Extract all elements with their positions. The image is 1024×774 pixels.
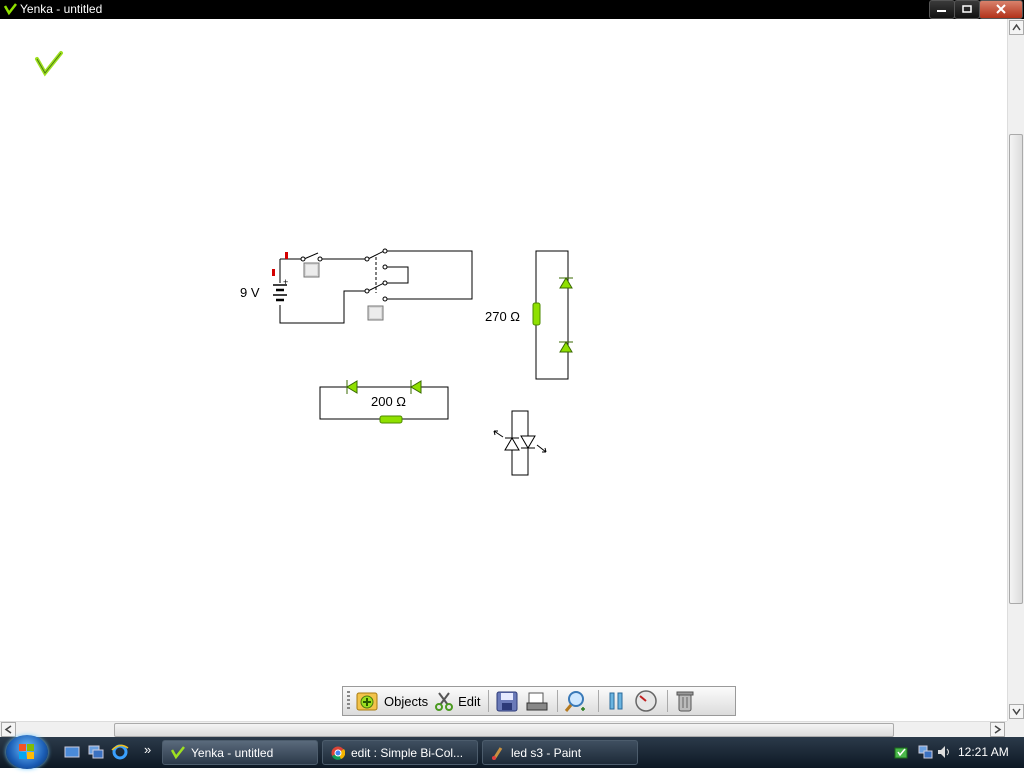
title-bar: Yenka - untitled <box>0 0 1024 19</box>
show-desktop-icon[interactable] <box>64 745 80 759</box>
restore-icon <box>962 5 972 13</box>
windows-logo-icon <box>19 744 34 759</box>
vertical-scrollbar[interactable] <box>1007 19 1024 721</box>
magnifier-icon <box>565 691 586 712</box>
yenka-logo-icon <box>3 3 17 16</box>
yenka-task-icon <box>171 746 185 760</box>
scroll-up-button[interactable] <box>1009 20 1024 35</box>
resistor-led-circuit-1[interactable] <box>535 250 569 380</box>
zoom-button[interactable] <box>564 690 590 712</box>
task-paint[interactable]: led s3 - Paint <box>482 740 638 765</box>
toolbar-separator <box>488 690 490 712</box>
edit-label: Edit <box>458 693 481 709</box>
delete-button[interactable] <box>674 690 696 712</box>
switch-windows-icon[interactable] <box>88 745 104 759</box>
task-yenka[interactable]: Yenka - untitled <box>162 740 318 765</box>
scroll-up-icon <box>1012 23 1021 31</box>
minimize-button[interactable] <box>929 0 955 19</box>
scroll-right-button[interactable] <box>990 722 1005 737</box>
trash-icon <box>676 691 694 712</box>
edit-button[interactable]: Edit <box>434 690 480 712</box>
resistor-270-label: 270 Ω <box>485 309 521 324</box>
safely-remove-icon[interactable] <box>893 744 909 760</box>
system-tray: 12:21 AM <box>888 737 1024 768</box>
minimize-icon <box>937 10 946 12</box>
battery-symbol-icon: + <box>273 277 288 302</box>
quicklaunch-more[interactable]: » <box>144 742 151 757</box>
resistor-200-label: 200 Ω <box>371 394 407 409</box>
resistor-270-icon[interactable] <box>532 302 541 326</box>
task-paint-label: led s3 - Paint <box>511 746 582 760</box>
scroll-down-button[interactable] <box>1009 704 1024 719</box>
restore-button[interactable] <box>954 0 980 19</box>
pause-icon <box>609 692 623 710</box>
close-icon <box>996 4 1006 14</box>
task-chrome[interactable]: edit : Simple Bi-Col... <box>322 740 478 765</box>
scroll-right-icon <box>994 725 1002 734</box>
speed-button[interactable] <box>633 690 659 712</box>
horizontal-scrollbar[interactable] <box>0 721 1007 737</box>
toolbar-separator <box>598 690 600 712</box>
volume-icon[interactable] <box>936 744 952 760</box>
scroll-down-icon <box>1012 708 1021 716</box>
resistor-200-icon[interactable] <box>379 415 403 424</box>
network-icon[interactable] <box>918 744 934 760</box>
yenka-corner-logo-icon <box>35 51 63 77</box>
scrollbar-corner <box>1007 721 1024 737</box>
task-yenka-label: Yenka - untitled <box>191 746 274 760</box>
objects-button[interactable]: Objects <box>355 690 428 712</box>
circuit-drawing: + <box>35 51 573 476</box>
internet-explorer-icon[interactable] <box>111 743 129 761</box>
task-chrome-label: edit : Simple Bi-Col... <box>351 746 464 760</box>
circuit-canvas[interactable]: + 9 V 270 Ω 200 Ω <box>0 19 1007 721</box>
yenka-toolbar: Objects Edit <box>342 686 736 716</box>
chrome-icon <box>331 746 345 760</box>
start-button[interactable] <box>6 735 48 769</box>
save-icon <box>496 691 518 712</box>
save-button[interactable] <box>495 690 519 712</box>
vertical-scroll-thumb[interactable] <box>1009 134 1023 604</box>
toolbar-separator <box>667 690 669 712</box>
toolbar-grip[interactable] <box>347 691 350 711</box>
window-title: Yenka - untitled <box>20 2 103 16</box>
taskbar: » Yenka - untitled edit : Simple Bi-Col.… <box>0 735 1024 769</box>
speedometer-icon <box>635 690 658 712</box>
objects-label: Objects <box>384 693 429 709</box>
print-button[interactable] <box>525 690 549 712</box>
close-button[interactable] <box>979 0 1023 19</box>
toolbar-separator <box>557 690 559 712</box>
objects-icon <box>356 692 378 711</box>
paint-icon <box>492 747 503 760</box>
battery-voltage-label: 9 V <box>240 285 260 300</box>
scissors-icon <box>435 692 454 711</box>
pause-button[interactable] <box>605 690 627 712</box>
print-icon <box>526 692 548 711</box>
svg-text:+: + <box>283 277 288 287</box>
bicolor-led-symbol[interactable] <box>493 410 547 476</box>
clock[interactable]: 12:21 AM <box>958 745 1009 759</box>
led-green-icon[interactable] <box>559 277 573 353</box>
horizontal-scroll-thumb[interactable] <box>114 723 894 737</box>
